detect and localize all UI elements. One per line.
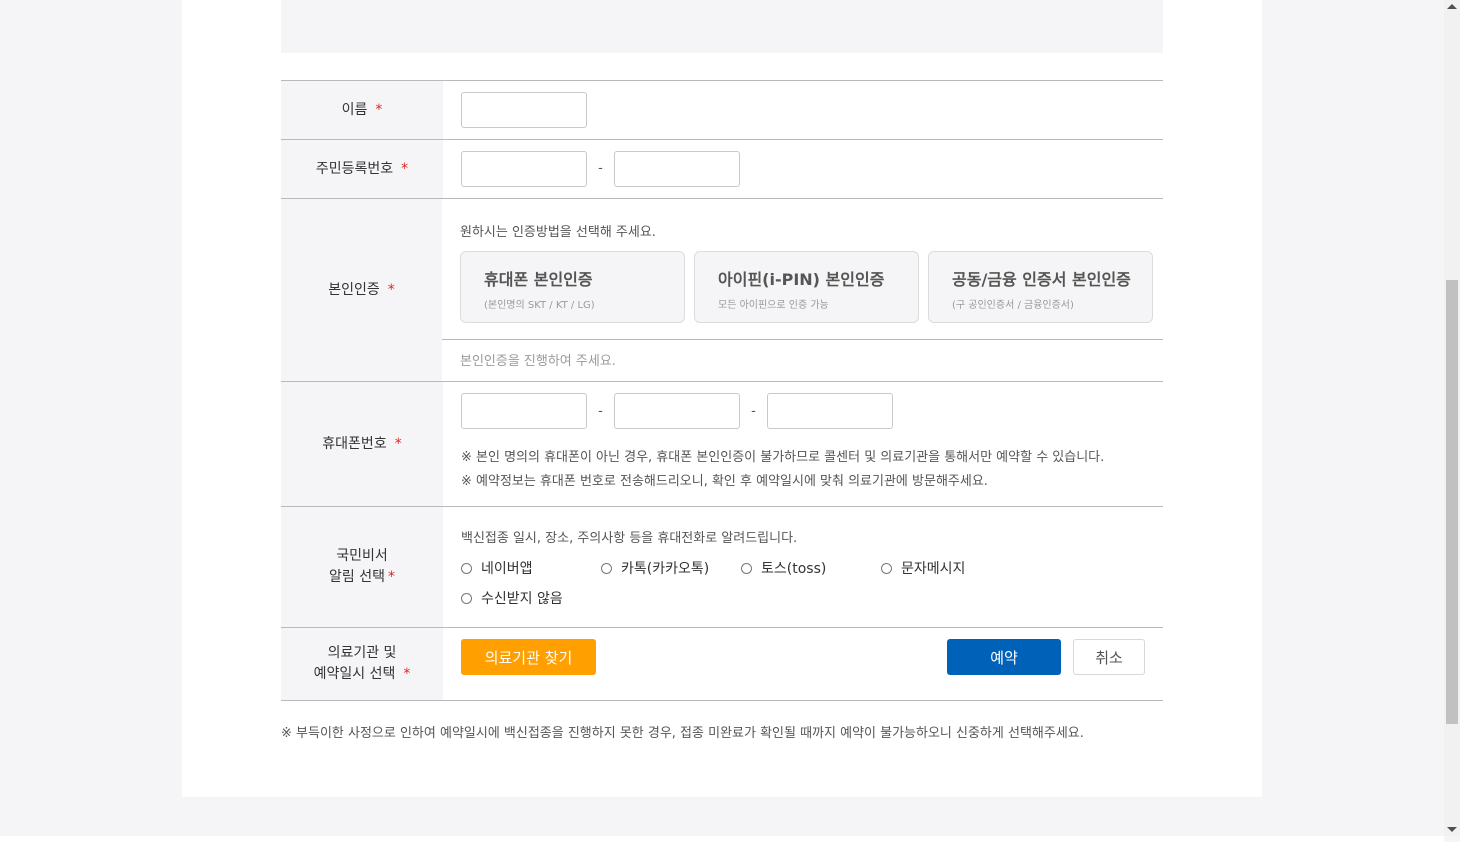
reserve-button[interactable]: 예약 <box>947 639 1061 675</box>
label-alarm-line1: 국민비서 <box>336 548 388 564</box>
auth-status-text: 본인인증을 진행하여 주세요. <box>442 339 1163 369</box>
alarm-option-none[interactable]: 수신받지 않음 <box>461 588 601 608</box>
alarm-option-label: 네이버앱 <box>481 561 533 577</box>
auth-ipin-button[interactable]: 아이핀(i-PIN) 본인인증 모든 아이핀으로 인증 가능 <box>694 251 919 323</box>
auth-certificate-button[interactable]: 공동/금융 인증서 본인인증 (구 공인인증서 / 금융인증서) <box>928 251 1153 323</box>
auth-guide: 원하시는 인증방법을 선택해 주세요. <box>460 225 656 240</box>
label-auth: 본인인증 * <box>281 199 442 381</box>
required-mark: * <box>394 435 402 452</box>
scroll-down-arrow-icon[interactable] <box>1447 827 1457 832</box>
rrn-separator: - <box>598 161 603 176</box>
phone-part2-input[interactable] <box>614 393 740 429</box>
label-rrn-text: 주민등록번호 <box>315 160 394 177</box>
row-name: 이름 * <box>281 81 1163 140</box>
content-auth: 원하시는 인증방법을 선택해 주세요. 휴대폰 본인인증 (본인명의 SKT /… <box>442 199 1163 381</box>
footnote: ※ 부득이한 사정으로 인하여 예약일시에 백신접종을 진행하지 못한 경우, … <box>281 726 1084 741</box>
label-alarm: 국민비서 알림 선택 * <box>281 507 443 627</box>
required-mark: * <box>387 569 395 585</box>
alarm-option-label: 문자메시지 <box>901 561 966 577</box>
radio-circle-icon[interactable] <box>461 562 472 574</box>
auth-method-title: 휴대폰 본인인증 <box>484 270 593 289</box>
label-clinic-line2-wrap: 예약일시 선택 * <box>314 664 411 685</box>
required-mark: * <box>375 101 383 118</box>
reservation-form: 이름 * 주민등록번호 * - 본인인증 * 원하시는 인증방법을 선택해 주세요. <box>281 80 1163 701</box>
info-box <box>281 0 1163 53</box>
content-clinic: 의료기관 찾기 예약 취소 <box>443 628 1163 700</box>
alarm-guide: 백신접종 일시, 장소, 주의사항 등을 휴대전화로 알려드립니다. <box>461 531 798 546</box>
radio-circle-icon[interactable] <box>601 562 612 574</box>
bottom-strip <box>0 836 1444 842</box>
cancel-button[interactable]: 취소 <box>1073 639 1145 675</box>
auth-method-title: 공동/금융 인증서 본인인증 <box>952 270 1131 289</box>
content-phone: - - ※ 본인 명의의 휴대폰이 아닌 경우, 휴대폰 본인인증이 불가하므로… <box>443 382 1163 506</box>
phone-separator: - <box>598 403 603 419</box>
alarm-option-label: 토스(toss) <box>761 561 827 577</box>
row-alarm: 국민비서 알림 선택 * 백신접종 일시, 장소, 주의사항 등을 휴대전화로 알… <box>281 507 1163 628</box>
auth-methods: 휴대폰 본인인증 (본인명의 SKT / KT / LG) 아이핀(i-PIN)… <box>460 251 1153 323</box>
phone-note: ※ 예약정보는 휴대폰 번호로 전송해드리오니, 확인 후 예약일시에 맞춰 의… <box>461 474 988 489</box>
label-alarm-text: 국민비서 알림 선택 * <box>329 546 395 588</box>
auth-method-sub: (구 공인인증서 / 금융인증서) <box>952 300 1074 311</box>
radio-circle-icon[interactable] <box>461 592 472 604</box>
phone-note: ※ 본인 명의의 휴대폰이 아닌 경우, 휴대폰 본인인증이 불가하므로 콜센터… <box>461 450 1105 465</box>
label-phone: 휴대폰번호 * <box>281 382 443 506</box>
scroll-up-arrow-icon[interactable] <box>1447 4 1457 9</box>
label-clinic: 의료기관 및 예약일시 선택 * <box>281 628 443 700</box>
vertical-scrollbar[interactable] <box>1444 0 1460 836</box>
row-phone: 휴대폰번호 * - - ※ 본인 명의의 휴대폰이 아닌 경우, 휴대폰 본인인증… <box>281 382 1163 507</box>
content-alarm: 백신접종 일시, 장소, 주의사항 등을 휴대전화로 알려드립니다. 네이버앱 … <box>443 507 1163 627</box>
phone-notes: ※ 본인 명의의 휴대폰이 아닌 경우, 휴대폰 본인인증이 불가하므로 콜센터… <box>461 446 1145 494</box>
alarm-option-label: 수신받지 않음 <box>481 591 563 607</box>
label-name: 이름 * <box>281 81 443 139</box>
label-clinic-line2: 예약일시 선택 <box>313 666 396 682</box>
alarm-option-kakao[interactable]: 카톡(카카오톡) <box>601 558 741 578</box>
auth-method-title: 아이핀(i-PIN) 본인인증 <box>718 270 885 289</box>
auth-phone-button[interactable]: 휴대폰 본인인증 (본인명의 SKT / KT / LG) <box>460 251 685 323</box>
radio-circle-icon[interactable] <box>741 562 752 574</box>
label-rrn: 주민등록번호 * <box>281 140 443 198</box>
required-mark: * <box>387 281 395 298</box>
auth-method-sub: 모든 아이핀으로 인증 가능 <box>718 300 829 311</box>
alarm-option-sms[interactable]: 문자메시지 <box>881 558 1021 578</box>
find-clinic-button[interactable]: 의료기관 찾기 <box>461 639 596 675</box>
label-auth-text: 본인인증 <box>328 281 380 298</box>
radio-circle-icon[interactable] <box>881 562 892 574</box>
row-auth: 본인인증 * 원하시는 인증방법을 선택해 주세요. 휴대폰 본인인증 (본인명의… <box>281 199 1163 382</box>
phone-part3-input[interactable] <box>767 393 893 429</box>
content-name <box>443 81 1163 139</box>
phone-part1-input[interactable] <box>461 393 587 429</box>
alarm-option-label: 카톡(카카오톡) <box>621 561 710 577</box>
required-mark: * <box>401 160 409 177</box>
phone-separator: - <box>751 403 756 419</box>
label-clinic-text: 의료기관 및 예약일시 선택 * <box>314 643 411 685</box>
rrn-first-input[interactable] <box>461 151 587 187</box>
label-phone-text: 휴대폰번호 <box>322 435 387 452</box>
label-clinic-line1: 의료기관 및 <box>327 645 397 661</box>
alarm-option-toss[interactable]: 토스(toss) <box>741 558 881 578</box>
label-alarm-line2: 알림 선택 <box>329 569 385 585</box>
row-clinic: 의료기관 및 예약일시 선택 * 의료기관 찾기 예약 취소 <box>281 628 1163 701</box>
row-rrn: 주민등록번호 * - <box>281 140 1163 199</box>
name-input[interactable] <box>461 92 587 128</box>
phone-inputs: - - <box>461 393 1145 429</box>
alarm-options: 네이버앱 카톡(카카오톡) 토스(toss) 문자메시지 수신받지 않음 <box>461 558 1021 608</box>
rrn-second-input[interactable] <box>614 151 740 187</box>
content-rrn: - <box>443 140 1163 198</box>
label-name-text: 이름 <box>341 101 368 118</box>
alarm-option-naver[interactable]: 네이버앱 <box>461 558 601 578</box>
page-container: 이름 * 주민등록번호 * - 본인인증 * 원하시는 인증방법을 선택해 주세요. <box>182 0 1262 797</box>
required-mark: * <box>403 666 411 682</box>
scrollbar-thumb[interactable] <box>1446 280 1458 724</box>
label-alarm-line2-wrap: 알림 선택 * <box>329 567 395 588</box>
auth-method-sub: (본인명의 SKT / KT / LG) <box>484 300 595 311</box>
